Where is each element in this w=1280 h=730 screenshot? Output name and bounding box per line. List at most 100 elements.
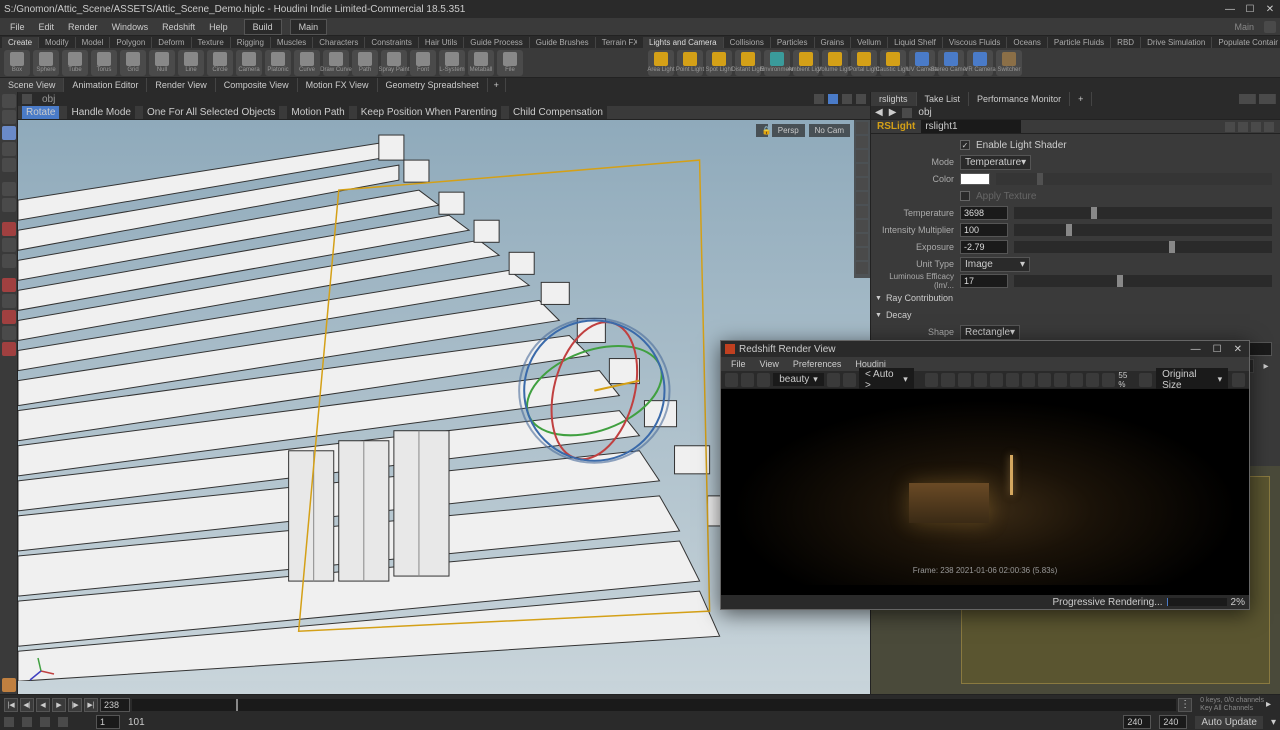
shelf-null[interactable]: Null (149, 50, 175, 76)
shelf-volume-light[interactable]: Volume Light (822, 50, 848, 76)
shelf-tab-muscles[interactable]: Muscles (271, 37, 313, 48)
rt-6[interactable] (1006, 373, 1019, 387)
color-swatch[interactable] (960, 173, 990, 185)
apply-texture-check[interactable] (960, 191, 970, 201)
rt-10[interactable] (1070, 373, 1083, 387)
sb-icon-2[interactable] (22, 717, 32, 727)
zoom-value[interactable]: 55 % (1118, 371, 1135, 389)
minimize-icon[interactable]: — (1224, 4, 1236, 15)
vrt-5[interactable] (856, 178, 868, 190)
shelf-tab-create[interactable]: Create (2, 37, 39, 48)
shelf-circle[interactable]: Circle (207, 50, 233, 76)
shelf-tab-drive-simulation[interactable]: Drive Simulation (1141, 37, 1212, 48)
shelf-tab-vellum[interactable]: Vellum (851, 37, 888, 48)
scale-tool[interactable] (2, 142, 16, 156)
shelf-tab-modify[interactable]: Modify (39, 37, 76, 48)
sb-icon-3[interactable] (40, 717, 50, 727)
rt-11[interactable] (1086, 373, 1099, 387)
menu-windows[interactable]: Windows (106, 20, 155, 34)
pose-tool[interactable] (2, 158, 16, 172)
shelf-distant-light[interactable]: Distant Light (735, 50, 761, 76)
exposure-field[interactable] (960, 240, 1008, 254)
shelf-tab-particles[interactable]: Particles (771, 37, 815, 48)
snap-tool[interactable] (2, 182, 16, 196)
shelf-font[interactable]: Font (410, 50, 436, 76)
view-tool[interactable] (2, 198, 16, 212)
shelf-tab-particle-fluids[interactable]: Particle Fluids (1048, 37, 1111, 48)
shelf-tab-constraints[interactable]: Constraints (365, 37, 418, 48)
render-menu-file[interactable]: File (725, 358, 752, 370)
shelf-l-system[interactable]: L-System (439, 50, 465, 76)
vp-lock-icon[interactable]: 🔒 (756, 124, 768, 137)
shelf-tab-guide-process[interactable]: Guide Process (464, 37, 529, 48)
red-tool-3[interactable] (2, 342, 16, 356)
add-tab-icon[interactable]: + (488, 78, 506, 92)
tab-render-view[interactable]: Render View (147, 78, 215, 92)
rt-3[interactable] (958, 373, 971, 387)
menu-redshift[interactable]: Redshift (156, 20, 201, 34)
vrt-4[interactable] (856, 164, 868, 176)
shelf-stereo-camera[interactable]: Stereo Camera (938, 50, 964, 76)
render-menu-prefs[interactable]: Preferences (787, 358, 848, 370)
orange-tool[interactable] (2, 678, 16, 692)
render-close-icon[interactable]: ✕ (1231, 344, 1245, 355)
render-stop-button[interactable] (741, 373, 754, 387)
pane-icon-2[interactable] (1259, 94, 1276, 104)
shelf-tab-polygon[interactable]: Polygon (110, 37, 152, 48)
tab-perfmon[interactable]: Performance Monitor (969, 92, 1070, 106)
sb-icon-1[interactable] (4, 717, 14, 727)
range-start-field[interactable] (96, 715, 120, 729)
shelf-ambient-light[interactable]: Ambient Light (793, 50, 819, 76)
vp-nocam[interactable]: No Cam (809, 124, 850, 137)
lum-efficacy-field[interactable] (960, 274, 1008, 288)
next-frame-button[interactable]: |▶ (68, 698, 82, 712)
pin-icon[interactable] (1238, 122, 1248, 132)
shelf-tab-characters[interactable]: Characters (313, 37, 365, 48)
render-settings-icon[interactable] (1232, 373, 1245, 387)
zoom-lock-icon[interactable] (1139, 373, 1152, 387)
range-end-field[interactable] (1159, 715, 1187, 729)
mode-select[interactable]: Temperature▾ (960, 155, 1031, 170)
tab-takelist[interactable]: Take List (917, 92, 970, 106)
timeline-menu-icon[interactable]: ▸ (1266, 699, 1276, 710)
menu-render[interactable]: Render (62, 20, 104, 34)
back-icon[interactable]: ◀ (875, 107, 883, 118)
shelf-draw-curve[interactable]: Draw Curve (323, 50, 349, 76)
rt-8[interactable] (1038, 373, 1051, 387)
shelf-tab-lights-and-camera[interactable]: Lights and Camera (643, 37, 724, 48)
tab-composite-view[interactable]: Composite View (216, 78, 298, 92)
shelf-vr-camera[interactable]: VR Camera (967, 50, 993, 76)
exposure-slider[interactable] (1014, 241, 1272, 253)
vrt-10[interactable] (856, 248, 868, 260)
tool-2[interactable] (2, 294, 16, 308)
play-button[interactable]: ▶ (52, 698, 66, 712)
shelf-file[interactable]: File (497, 50, 523, 76)
vp-opt-3[interactable]: Keep Position When Parenting (357, 106, 501, 119)
last-frame-button[interactable]: ▶| (84, 698, 98, 712)
intensity-field[interactable] (960, 223, 1008, 237)
shelf-tab-guide-brushes[interactable]: Guide Brushes (530, 37, 596, 48)
vrt-9[interactable] (856, 234, 868, 246)
shelf-environment[interactable]: Environment (764, 50, 790, 76)
flipbook-tool[interactable] (2, 254, 16, 268)
vp-icon-4[interactable] (856, 94, 866, 104)
color-slider[interactable] (996, 173, 1272, 185)
red-tool-1[interactable] (2, 278, 16, 292)
tab-animation-editor[interactable]: Animation Editor (64, 78, 147, 92)
unit-type-select[interactable]: Image▾ (960, 257, 1030, 272)
menu-edit[interactable]: Edit (33, 20, 61, 34)
shelf-tab-texture[interactable]: Texture (192, 37, 231, 48)
info-icon[interactable] (1264, 122, 1274, 132)
pane-icon-1[interactable] (1239, 94, 1256, 104)
shelf-portal-light[interactable]: Portal Light (851, 50, 877, 76)
shelf-tab-rigging[interactable]: Rigging (231, 37, 271, 48)
sb-icon-4[interactable] (58, 717, 68, 727)
vp-icon-3[interactable] (842, 94, 852, 104)
timeline-track[interactable] (132, 699, 1176, 711)
tab-geo-spreadsheet[interactable]: Geometry Spreadsheet (378, 78, 488, 92)
render-max-icon[interactable]: ☐ (1210, 344, 1225, 355)
vp-mode[interactable]: Rotate (22, 106, 59, 119)
vp-opt-4[interactable]: Child Compensation (509, 106, 607, 119)
shelf-camera[interactable]: Camera (236, 50, 262, 76)
shelf-tab-hair-utils[interactable]: Hair Utils (419, 37, 464, 48)
